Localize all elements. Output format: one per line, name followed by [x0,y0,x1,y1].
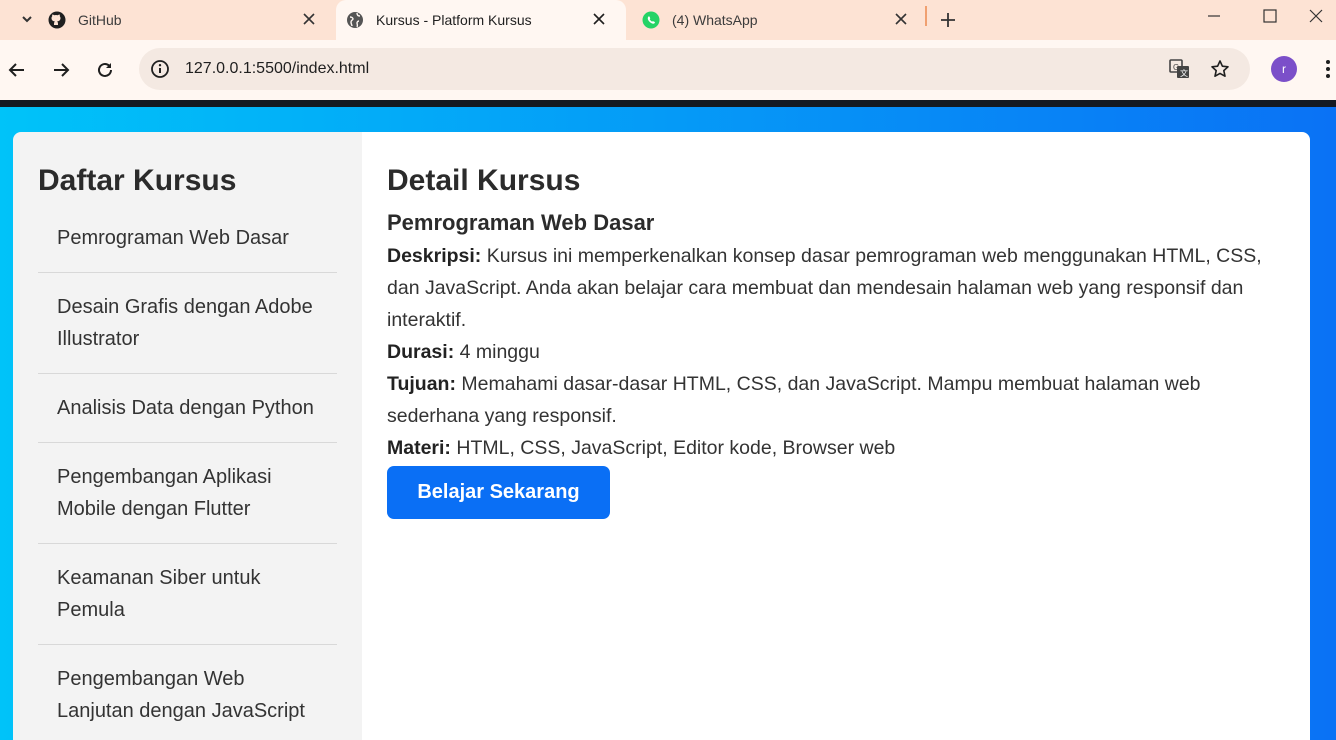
course-item[interactable]: Pengembangan Aplikasi Mobile dengan Flut… [38,443,337,544]
tab-whatsapp[interactable]: (4) WhatsApp [632,0,928,40]
close-tab-icon[interactable] [890,8,912,30]
course-item[interactable]: Desain Grafis dengan Adobe Illustrator [38,273,337,374]
detail-heading: Detail Kursus [387,164,581,197]
course-list-panel: Daftar Kursus Pemrograman Web Dasar Desa… [13,132,362,740]
description-label: Deskripsi: [387,245,482,267]
tab-title: Kursus - Platform Kursus [376,12,532,28]
tab-title: (4) WhatsApp [672,12,758,28]
tab-kursus[interactable]: Kursus - Platform Kursus [336,0,626,40]
browser-toolbar: 127.0.0.1:5500/index.html G文 r [0,40,1336,100]
address-bar[interactable]: 127.0.0.1:5500/index.html G文 [139,48,1250,90]
tab-divider [925,6,927,26]
page-header-strip [0,100,1336,107]
goal-label: Tujuan: [387,373,456,395]
bookmark-star-icon[interactable] [1208,58,1232,80]
learn-now-button[interactable]: Belajar Sekarang [387,466,610,519]
description-text: Kursus ini memperkenalkan konsep dasar p… [387,245,1262,331]
new-tab-plus-icon[interactable] [934,6,962,34]
back-arrow-icon[interactable] [2,55,32,85]
forward-arrow-icon[interactable] [46,55,76,85]
tab-github[interactable]: GitHub [46,0,336,40]
material-label: Materi: [387,437,451,459]
duration-label: Durasi: [387,341,455,363]
tab-title: GitHub [78,12,122,28]
more-menu-icon[interactable] [1318,54,1336,84]
maximize-icon[interactable] [1242,0,1298,32]
duration-text: 4 minggu [454,341,540,363]
translate-icon[interactable]: G文 [1168,58,1192,80]
github-icon [48,11,66,29]
close-tab-icon[interactable] [298,8,320,30]
course-duration: Durasi: 4 minggu [387,336,1285,368]
svg-text:G: G [1173,63,1179,72]
course-item[interactable]: Analisis Data dengan Python [38,374,337,443]
course-item[interactable]: Pemrograman Web Dasar [38,208,337,273]
course-list-title: Daftar Kursus [38,164,237,197]
course-title: Pemrograman Web Dasar [387,210,655,235]
material-text: HTML, CSS, JavaScript, Editor kode, Brow… [450,437,896,459]
goal-text: Memahami dasar-dasar HTML, CSS, dan Java… [387,373,1201,427]
minimize-icon[interactable] [1186,0,1242,32]
page-background: Daftar Kursus Pemrograman Web Dasar Desa… [0,100,1336,740]
site-info-icon[interactable] [149,58,171,80]
reload-icon[interactable] [90,55,120,85]
tab-bar: GitHub Kursus - Platform Kursus (4) What… [0,0,1336,40]
window-close-icon[interactable] [1296,0,1336,32]
whatsapp-icon [642,11,660,29]
course-material: Materi: HTML, CSS, JavaScript, Editor ko… [387,432,1285,464]
profile-avatar[interactable]: r [1271,56,1297,82]
course-detail-panel: Detail Kursus Pemrograman Web Dasar Desk… [362,132,1310,740]
course-goal: Tujuan: Memahami dasar-dasar HTML, CSS, … [387,368,1285,432]
url-text[interactable]: 127.0.0.1:5500/index.html [185,60,369,78]
svg-text:文: 文 [1180,68,1188,78]
close-tab-icon[interactable] [588,8,610,30]
course-item[interactable]: Pengembangan Web Lanjutan dengan JavaScr… [38,645,337,740]
course-description: Deskripsi: Kursus ini memperkenalkan kon… [387,240,1285,336]
course-item[interactable]: Keamanan Siber untuk Pemula [38,544,337,645]
tab-search-chevron-icon[interactable] [14,8,40,30]
globe-icon [346,11,364,29]
